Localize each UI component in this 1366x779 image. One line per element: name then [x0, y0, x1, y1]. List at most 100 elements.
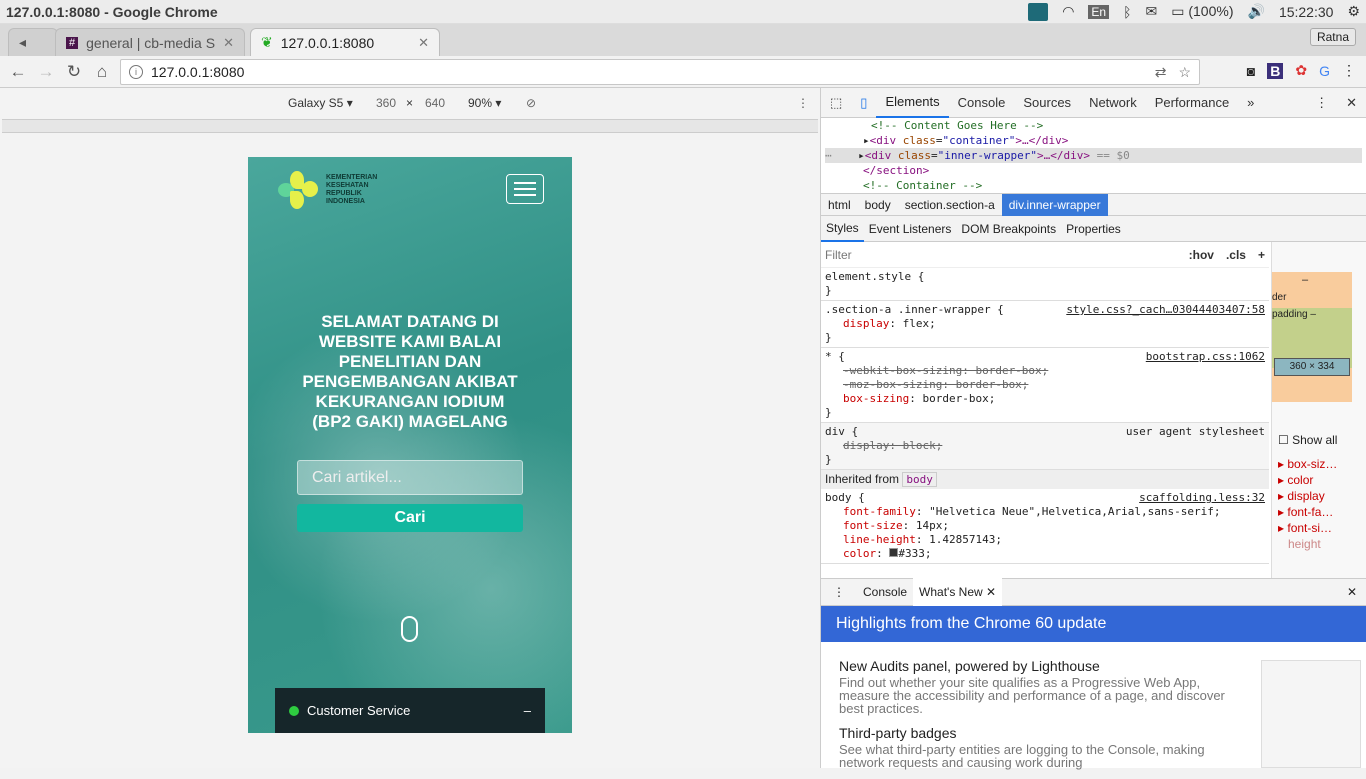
news-title[interactable]: New Audits panel, powered by Lighthouse: [839, 658, 1249, 674]
dom-line[interactable]: <!-- Content Goes Here -->: [825, 118, 1362, 133]
back-icon[interactable]: ←: [4, 62, 32, 82]
profile-button[interactable]: Ratna: [1309, 28, 1356, 46]
tab-event-listeners[interactable]: Event Listeners: [864, 216, 957, 242]
tab-localhost[interactable]: ❦ 127.0.0.1:8080 ✕: [250, 28, 440, 56]
crumb-inner-wrapper[interactable]: div.inner-wrapper: [1001, 193, 1108, 216]
rotate-icon[interactable]: ⊘: [526, 96, 536, 110]
extension-b-icon[interactable]: B: [1267, 62, 1284, 79]
keyboard-layout[interactable]: En: [1088, 4, 1110, 19]
css-property[interactable]: -moz-box-sizing: border-box;: [825, 378, 1265, 392]
box-model-diagram[interactable]: – der padding – 360 × 334: [1272, 272, 1352, 402]
close-icon[interactable]: ✕: [418, 35, 429, 51]
wifi-icon[interactable]: ◠: [1062, 3, 1074, 20]
close-icon[interactable]: ✕: [223, 35, 234, 51]
url-text[interactable]: 127.0.0.1:8080: [151, 64, 244, 80]
customer-service-widget[interactable]: Customer Service –: [275, 688, 545, 733]
news-title[interactable]: Third-party badges: [839, 725, 1249, 741]
computed-item[interactable]: ▸ font-fa…: [1278, 504, 1337, 520]
dom-line[interactable]: </section>: [825, 163, 1362, 178]
tab-console[interactable]: Console: [949, 88, 1015, 118]
menu-icon[interactable]: ⋮: [1342, 62, 1356, 79]
bluetooth-icon[interactable]: ᛒ: [1123, 4, 1131, 20]
tab-styles[interactable]: Styles: [821, 216, 864, 242]
inherited-tag[interactable]: body: [902, 472, 937, 487]
search-input[interactable]: [297, 460, 523, 495]
close-icon[interactable]: ✕: [986, 585, 996, 599]
css-property[interactable]: font-family: "Helvetica Neue",Helvetica,…: [825, 505, 1265, 519]
css-property[interactable]: display: flex;: [825, 317, 1265, 331]
hamburger-menu-button[interactable]: [506, 174, 544, 204]
info-icon[interactable]: i: [129, 65, 143, 79]
rule-source-link[interactable]: scaffolding.less:32: [1139, 491, 1265, 505]
device-toggle-icon[interactable]: ▯: [851, 88, 876, 118]
media-query-bar[interactable]: [2, 119, 818, 133]
filter-input[interactable]: Filter: [825, 248, 852, 262]
style-rule[interactable]: element.style { }: [821, 268, 1269, 301]
computed-item[interactable]: ▸ display: [1278, 488, 1337, 504]
translate-icon[interactable]: ⇄: [1155, 64, 1167, 81]
tab-properties[interactable]: Properties: [1061, 216, 1126, 242]
search-button[interactable]: Cari: [297, 504, 523, 532]
device-select[interactable]: Galaxy S5 ▾: [288, 96, 353, 110]
tab-audio[interactable]: ◂: [8, 28, 58, 56]
battery-status[interactable]: ▭ (100%): [1171, 3, 1233, 20]
crumb-html[interactable]: html: [821, 194, 858, 216]
scroll-mouse-icon[interactable]: [401, 616, 418, 642]
computed-item[interactable]: height: [1278, 536, 1337, 552]
css-property[interactable]: -webkit-box-sizing: border-box;: [825, 364, 1265, 378]
css-property[interactable]: display: block;: [825, 439, 1265, 453]
computed-item[interactable]: ▸ color: [1278, 472, 1337, 488]
css-property[interactable]: font-size: 14px;: [825, 519, 1265, 533]
tab-network[interactable]: Network: [1080, 88, 1146, 118]
clock[interactable]: 15:22:30: [1279, 4, 1334, 20]
camera-icon[interactable]: ◙: [1247, 63, 1255, 79]
styles-filter[interactable]: Filter :hov .cls +: [821, 242, 1269, 268]
minimize-button[interactable]: –: [524, 703, 531, 718]
address-bar[interactable]: i 127.0.0.1:8080 ⇄ ☆: [120, 59, 1200, 85]
settings-gear-icon[interactable]: ⚙: [1347, 3, 1360, 20]
drawer-tab-whats-new[interactable]: What's New ✕: [913, 578, 1003, 606]
site-logo[interactable]: KEMENTERIAN KESEHATAN REPUBLIK INDONESIA: [278, 171, 384, 209]
reload-icon[interactable]: ↻: [60, 62, 88, 82]
home-icon[interactable]: ⌂: [88, 62, 116, 82]
tab-dom-breakpoints[interactable]: DOM Breakpoints: [956, 216, 1061, 242]
app-indicator-icon[interactable]: [1028, 2, 1049, 21]
cls-toggle[interactable]: .cls: [1226, 248, 1246, 262]
height-input[interactable]: 640: [425, 96, 445, 110]
dom-line[interactable]: <!-- Container -->: [825, 178, 1362, 193]
zoom-select[interactable]: 90% ▾: [468, 96, 501, 110]
new-rule-button[interactable]: +: [1258, 248, 1265, 262]
style-rule[interactable]: scaffolding.less:32 body { font-family: …: [821, 489, 1269, 564]
star-icon[interactable]: ☆: [1178, 64, 1191, 81]
show-all-checkbox[interactable]: ☐ Show all: [1278, 432, 1337, 448]
volume-icon[interactable]: 🔊: [1248, 3, 1265, 20]
hov-toggle[interactable]: :hov: [1189, 248, 1214, 262]
style-rule[interactable]: user agent stylesheet div { display: blo…: [821, 423, 1269, 470]
rule-source-link[interactable]: bootstrap.css:1062: [1146, 350, 1265, 364]
css-property[interactable]: color: #333;: [825, 547, 1265, 561]
drawer-tab-console[interactable]: Console: [857, 585, 913, 599]
width-input[interactable]: 360: [376, 96, 396, 110]
device-menu-icon[interactable]: ⋮: [797, 96, 809, 110]
css-property[interactable]: line-height: 1.42857143;: [825, 533, 1265, 547]
rule-source-link[interactable]: style.css?_cach…03044403407:58: [1066, 303, 1265, 317]
drawer-menu-icon[interactable]: ⋮: [821, 585, 857, 599]
tab-performance[interactable]: Performance: [1146, 88, 1238, 118]
forward-icon[interactable]: →: [32, 62, 60, 82]
mail-icon[interactable]: ✉: [1146, 3, 1158, 20]
style-rule[interactable]: style.css?_cach…03044403407:58 .section-…: [821, 301, 1269, 348]
style-rule[interactable]: bootstrap.css:1062 * { -webkit-box-sizin…: [821, 348, 1269, 423]
tab-elements[interactable]: Elements: [876, 88, 949, 118]
inspect-icon[interactable]: ⬚: [821, 88, 851, 118]
dom-line[interactable]: ▸<div class="container">…</div>: [825, 133, 1362, 148]
tab-sources[interactable]: Sources: [1014, 88, 1080, 118]
computed-item[interactable]: ▸ box-siz…: [1278, 456, 1337, 472]
tab-general[interactable]: # general | cb-media S ✕: [55, 28, 245, 56]
css-property[interactable]: box-sizing: border-box;: [825, 392, 1265, 406]
close-drawer-icon[interactable]: ✕: [1337, 585, 1366, 599]
crumb-body[interactable]: body: [858, 194, 898, 216]
close-devtools-icon[interactable]: ✕: [1337, 88, 1366, 118]
crumb-section[interactable]: section.section-a: [898, 194, 1002, 216]
more-tabs-icon[interactable]: »: [1238, 88, 1263, 118]
dom-line-selected[interactable]: ⋯ ▸<div class="inner-wrapper">…</div> ==…: [825, 148, 1362, 163]
